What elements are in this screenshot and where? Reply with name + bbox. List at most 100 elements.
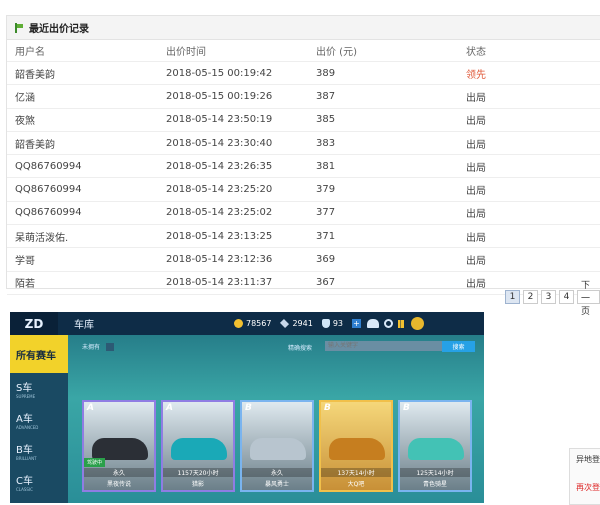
- column-header-time: 出价时间: [166, 47, 206, 58]
- table-row: 韶香美韵 2018-05-15 00:19:42 389 领先: [7, 62, 600, 86]
- cell-time: 2018-05-14 23:50:19: [166, 114, 273, 126]
- cell-user: QQ86760994: [15, 184, 82, 196]
- not-owned-filter[interactable]: 未拥有: [82, 342, 115, 351]
- car-name: 猎影: [191, 481, 204, 488]
- cell-user: QQ86760994: [15, 160, 82, 172]
- car-name: 暴风勇士: [264, 481, 289, 488]
- sidebar-item-sub: ADVANCED: [16, 424, 39, 430]
- car-card-list: A 驾驶中 永久 黑夜传说 A 1157天20小时 猎影 B 永久 暴风勇士 B…: [82, 400, 472, 492]
- gear-icon[interactable]: [384, 319, 393, 328]
- cell-user: 呆萌活泼佑.: [15, 232, 69, 244]
- table-row: 呆萌活泼佑. 2018-05-14 23:13:25 371 出局: [7, 225, 600, 249]
- bid-records-title: 最近出价记录: [29, 24, 89, 35]
- sidebar-item-label: A车: [16, 413, 33, 425]
- car-image: [250, 438, 306, 460]
- page-4-button[interactable]: 4: [559, 290, 574, 304]
- page-2-button[interactable]: 2: [523, 290, 538, 304]
- table-row: QQ86760994 2018-05-14 23:25:02 377 出局: [7, 202, 600, 226]
- table-row: 夜煞 2018-05-14 23:50:19 385 出局: [7, 109, 600, 132]
- table-row: 亿涵 2018-05-15 00:19:26 387 出局: [7, 85, 600, 109]
- car-rank: A: [166, 403, 173, 413]
- cell-status: 出局: [466, 186, 486, 198]
- avatar[interactable]: [411, 317, 424, 330]
- search-input[interactable]: [325, 341, 446, 351]
- friends-icon[interactable]: [367, 319, 379, 328]
- pagination: 1 2 3 4 下一页: [505, 281, 600, 317]
- sidebar-item-sub: SUPREME: [16, 393, 36, 399]
- sidebar-item-all-cars[interactable]: 所有赛车: [10, 335, 68, 373]
- car-card[interactable]: B 137天14小时 大Q吧: [319, 400, 393, 492]
- cell-time: 2018-05-14 23:25:02: [166, 207, 273, 219]
- cell-status: 出局: [466, 92, 486, 104]
- cell-status: 领先: [466, 69, 486, 81]
- next-page-button[interactable]: 下一页: [577, 281, 600, 317]
- sidebar-item-s-car[interactable]: S车 SUPREME: [10, 373, 68, 404]
- car-image: [171, 438, 227, 460]
- sidebar-item-label: C车: [16, 475, 33, 487]
- table-row: 韶香美韵 2018-05-14 23:30:40 383 出局: [7, 132, 600, 156]
- car-card[interactable]: A 1157天20小时 猎影: [161, 400, 235, 492]
- car-duration: 1157天20小时: [163, 468, 233, 477]
- page-1-button[interactable]: 1: [505, 290, 520, 304]
- car-duration: 永久: [242, 468, 312, 477]
- coin-count: 78567: [246, 319, 272, 328]
- cell-price: 371: [316, 230, 336, 242]
- cell-time: 2018-05-14 23:12:36: [166, 254, 273, 266]
- coin-icon: [234, 319, 243, 328]
- page-3-button[interactable]: 3: [541, 290, 556, 304]
- cell-price: 379: [316, 184, 336, 196]
- cell-user: 学哥: [15, 256, 35, 268]
- game-logo-icon: ZD: [10, 312, 58, 335]
- notice-title: 异地登: [576, 455, 600, 464]
- sidebar-item-sub: BRILLIANT: [16, 455, 37, 461]
- cell-status: 出局: [466, 209, 486, 221]
- table-row: QQ86760994 2018-05-14 23:26:35 381 出局: [7, 155, 600, 179]
- cell-time: 2018-05-14 23:26:35: [166, 160, 273, 172]
- cell-price: 389: [316, 67, 336, 79]
- car-card[interactable]: B 125天14小时 青色骑星: [398, 400, 472, 492]
- car-image: [408, 438, 464, 460]
- signal-icon: [398, 319, 404, 328]
- table-row: QQ86760994 2018-05-14 23:25:20 379 出局: [7, 178, 600, 202]
- cell-price: 387: [316, 90, 336, 102]
- car-card[interactable]: A 驾驶中 永久 黑夜传说: [82, 400, 156, 492]
- not-owned-checkbox[interactable]: [106, 342, 115, 351]
- car-rank: B: [245, 403, 252, 413]
- cell-user: 韶香美韵: [15, 139, 55, 151]
- car-name: 黑夜传说: [106, 481, 131, 488]
- sidebar-item-c-car[interactable]: C车 CLASSIC: [10, 466, 68, 497]
- cell-price: 381: [316, 160, 336, 172]
- cell-status: 出局: [466, 256, 486, 268]
- search-button[interactable]: 搜索: [442, 341, 475, 352]
- game-sidebar: 所有赛车 S车 SUPREME A车 ADVANCED B车 BRILLIANT…: [10, 335, 68, 503]
- cell-user: 夜煞: [15, 116, 35, 128]
- cell-price: 369: [316, 254, 336, 266]
- car-image: [92, 438, 148, 460]
- shield-count: 93: [332, 319, 343, 328]
- column-header-user: 用户名: [15, 47, 45, 58]
- filter-label: 未拥有: [82, 344, 101, 351]
- shield-icon: [321, 319, 330, 328]
- car-image: [329, 438, 385, 460]
- car-card[interactable]: B 永久 暴风勇士: [240, 400, 314, 492]
- table-row: 学哥 2018-05-14 23:12:36 369 出局: [7, 248, 600, 272]
- game-topbar: ZD 车库 78567 2941 93 +: [10, 312, 484, 335]
- cell-time: 2018-05-14 23:13:25: [166, 230, 273, 242]
- sidebar-item-b-car[interactable]: B车 BRILLIANT: [10, 435, 68, 466]
- sidebar-item-label: B车: [16, 444, 33, 456]
- sidebar-item-a-car[interactable]: A车 ADVANCED: [10, 404, 68, 435]
- sidebar-item-label: 所有赛车: [16, 350, 56, 362]
- shield-stat: 93: [321, 319, 343, 328]
- car-name: 大Q吧: [347, 481, 365, 488]
- car-rank: B: [403, 403, 410, 413]
- cell-user: QQ86760994: [15, 207, 82, 219]
- column-header-price: 出价 (元): [316, 47, 357, 58]
- car-duration: 125天14小时: [400, 468, 470, 477]
- plus-icon[interactable]: +: [352, 319, 361, 328]
- gem-stat: 2941: [280, 318, 313, 329]
- cell-price: 367: [316, 277, 336, 289]
- car-rank: A: [87, 403, 94, 413]
- cell-status: 出局: [466, 232, 486, 244]
- driving-badge: 驾驶中: [84, 458, 106, 467]
- gem-count: 2941: [292, 319, 313, 328]
